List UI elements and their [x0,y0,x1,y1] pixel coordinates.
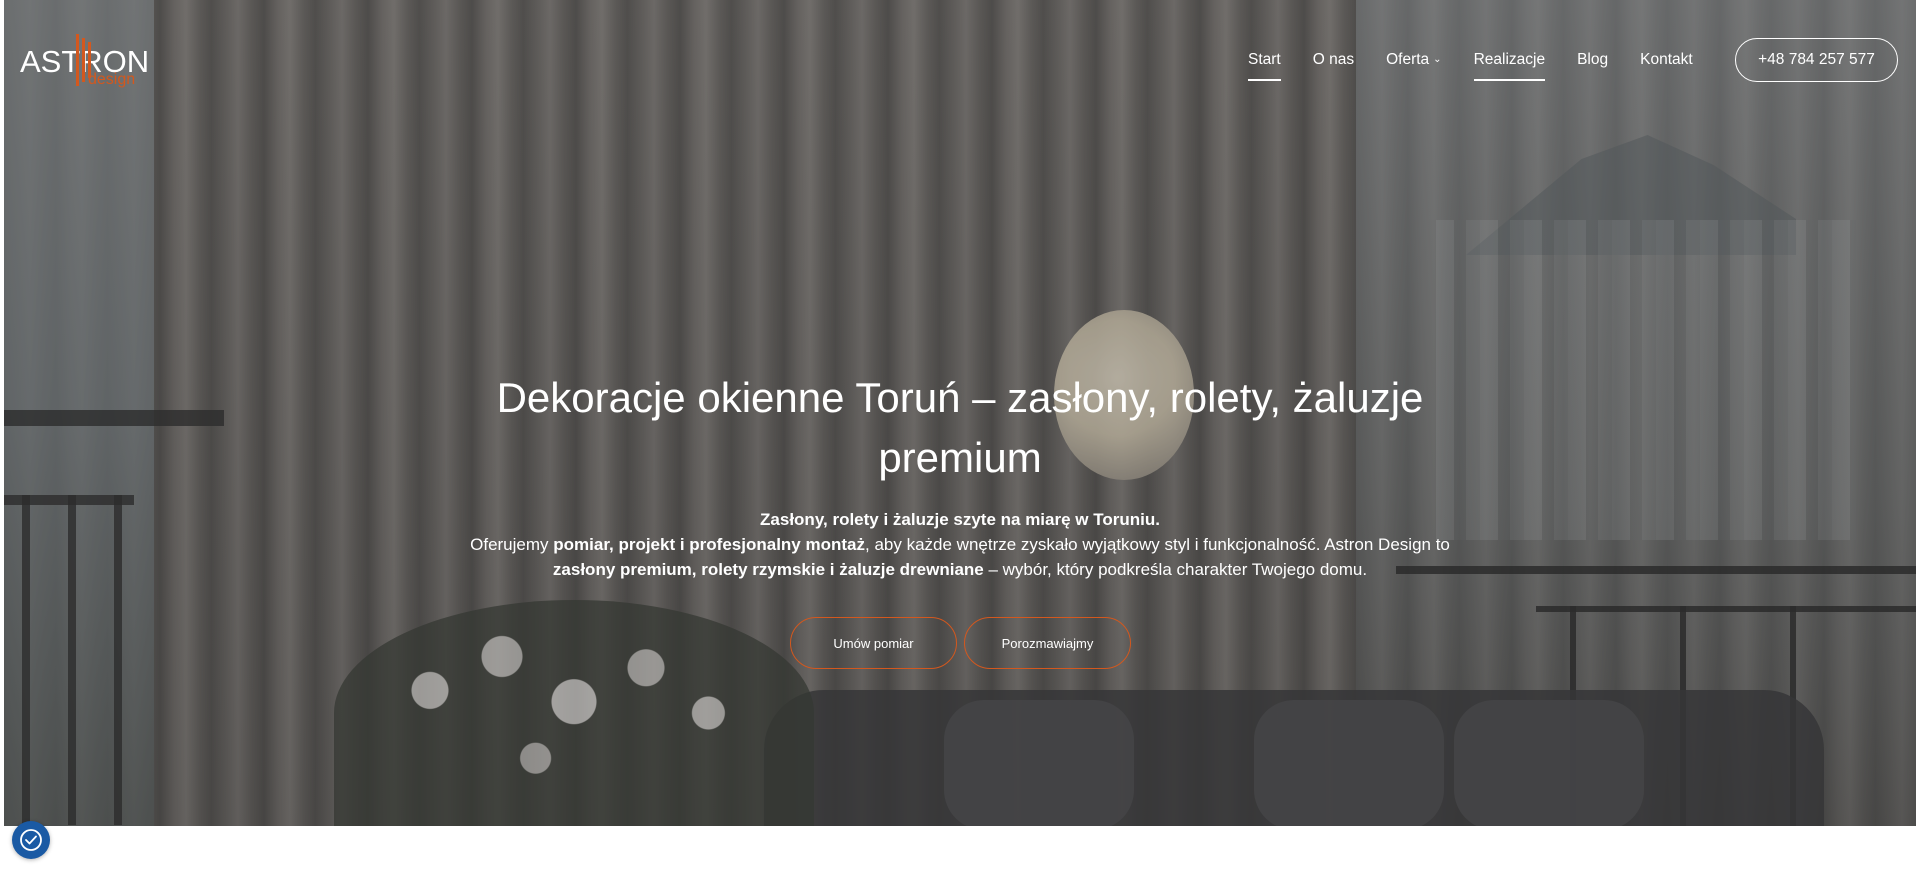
lets-talk-button[interactable]: Porozmawiajmy [964,617,1131,669]
chevron-down-icon: ⌄ [1433,54,1442,66]
hero-desc-bold: zasłony premium, rolety rzymskie i żaluz… [552,560,984,579]
hero-desc-lead: Zasłony, rolety i żaluzje szyte na miarę… [760,510,1160,529]
nav-item-o-nas[interactable]: O nas [1313,48,1354,81]
site-logo[interactable]: ASTRON design [20,34,150,90]
nav-item-realizacje[interactable]: Realizacje [1473,48,1545,81]
cookie-settings-button[interactable] [12,821,50,859]
main-nav: Start O nas Oferta ⌄ Realizacje Blog Kont… [1248,48,1725,81]
hero-desc-text: , aby każde wnętrze zyskało wyjątkowy st… [865,535,1450,554]
hero-desc-text: – wybór, który podkreśla charakter Twoje… [983,560,1368,579]
hero-desc-paragraph: Oferujemy pomiar, projekt i profesjonaln… [460,532,1460,582]
schedule-measurement-button[interactable]: Umów pomiar [790,617,957,669]
nav-item-blog[interactable]: Blog [1577,48,1608,81]
nav-item-start[interactable]: Start [1248,48,1281,81]
hero-description: Zasłony, rolety i żaluzje szyte na miarę… [460,507,1460,582]
hero-desc-line1: Zasłony, rolety i żaluzje szyte na miarę… [460,507,1460,532]
hero-cta-group: Umów pomiar Porozmawiajmy [790,617,1131,669]
hero-desc-bold: pomiar, projekt i profesjonalny montaż [553,535,865,554]
nav-item-kontakt[interactable]: Kontakt [1640,48,1693,81]
phone-button[interactable]: +48 784 257 577 [1735,38,1898,82]
logo-subtitle: design [88,71,136,88]
nav-item-oferta[interactable]: Oferta ⌄ [1386,48,1441,81]
nav-item-oferta-label: Oferta [1386,51,1430,68]
hero-title: Dekoracje okienne Toruń – zasłony, rolet… [496,374,1424,481]
cookie-settings-icon [20,829,42,851]
hero-desc-text: Oferujemy [470,535,554,554]
